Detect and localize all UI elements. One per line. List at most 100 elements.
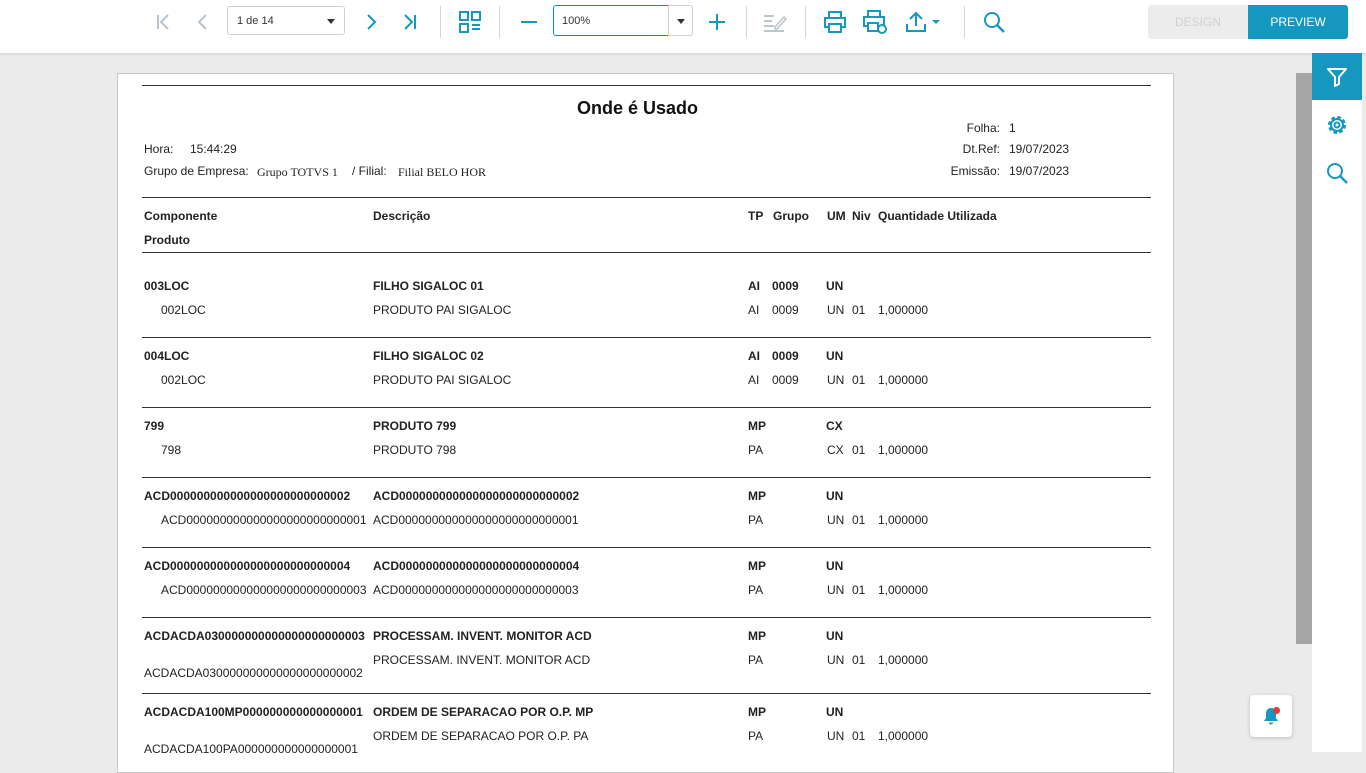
toolbar-divider <box>746 6 747 38</box>
zoom-control <box>553 5 693 36</box>
component-um: UN <box>826 349 844 363</box>
minus-icon[interactable] <box>513 6 545 38</box>
product-um: UN <box>827 729 845 743</box>
next-page-icon[interactable] <box>355 6 387 38</box>
thumbnails-icon[interactable] <box>454 6 486 38</box>
col-header-produto: Produto <box>144 233 190 247</box>
toolbar-divider <box>964 6 965 38</box>
product-tp: AI <box>748 373 760 387</box>
scrollbar-thumb[interactable] <box>1296 73 1312 644</box>
plus-icon[interactable] <box>701 6 733 38</box>
divider <box>142 477 1151 478</box>
component-grupo: 0009 <box>772 349 799 363</box>
chevron-down-icon <box>677 19 685 24</box>
col-header-niv: Niv <box>852 209 871 223</box>
product-quantity: 1,000000 <box>878 303 929 317</box>
chevron-down-icon <box>327 19 335 24</box>
toolbar-divider <box>440 6 441 38</box>
notifications-button[interactable] <box>1250 695 1292 737</box>
product-description: PRODUTO 798 <box>373 443 457 457</box>
toolbar-divider <box>805 6 806 38</box>
product-quantity: 1,000000 <box>878 513 929 527</box>
product-niv: 01 <box>852 373 866 387</box>
product-description: ACD000000000000000000000000003 <box>373 583 579 597</box>
component-code: 799 <box>144 419 165 433</box>
component-um: UN <box>826 279 844 293</box>
grupo-label: Grupo de Empresa: <box>144 164 249 178</box>
component-um: CX <box>826 419 843 433</box>
preview-mode-button[interactable]: PREVIEW <box>1248 5 1348 39</box>
product-description: PRODUTO PAI SIGALOC <box>373 303 512 317</box>
filial-value: Filial BELO HOR <box>398 165 487 179</box>
first-page-icon[interactable] <box>147 6 179 38</box>
col-header-grupo: Grupo <box>773 209 809 223</box>
component-code: ACD000000000000000000000000002 <box>144 489 351 503</box>
folha-label: Folha: <box>966 121 1000 135</box>
product-tp: AI <box>748 303 760 317</box>
component-tp: MP <box>748 489 766 503</box>
divider <box>142 693 1151 694</box>
divider <box>142 617 1151 618</box>
zoom-input[interactable] <box>553 5 669 36</box>
product-niv: 01 <box>852 729 866 743</box>
product-niv: 01 <box>852 303 866 317</box>
component-tp: AI <box>748 279 760 293</box>
filial-label: / Filial: <box>352 164 387 178</box>
product-code: 798 <box>161 443 182 457</box>
panel-search-button[interactable] <box>1312 149 1362 196</box>
dtref-label: Dt.Ref: <box>962 142 1000 156</box>
hora-value: 15:44:29 <box>190 142 237 156</box>
product-code: ACDACDA030000000000000000000002 <box>144 666 363 680</box>
filter-icon <box>1327 67 1347 87</box>
divider <box>142 252 1151 253</box>
filter-button[interactable] <box>1312 53 1362 100</box>
product-tp: PA <box>748 583 764 597</box>
edit-icon[interactable] <box>759 6 791 38</box>
component-description: FILHO SIGALOC 01 <box>373 279 484 293</box>
product-quantity: 1,000000 <box>878 583 929 597</box>
divider <box>142 407 1151 408</box>
col-header-componente: Componente <box>144 209 218 223</box>
product-quantity: 1,000000 <box>878 729 929 743</box>
divider <box>142 337 1151 338</box>
folha-value: 1 <box>1009 121 1016 135</box>
last-page-icon[interactable] <box>394 6 426 38</box>
component-um: UN <box>826 705 844 719</box>
product-tp: PA <box>748 443 764 457</box>
col-header-descricao: Descrição <box>373 209 431 223</box>
gear-icon <box>1328 115 1346 134</box>
divider <box>142 547 1151 548</box>
col-header-quantidade: Quantidade Utilizada <box>878 209 997 223</box>
product-code: 002LOC <box>161 373 206 387</box>
search-icon[interactable] <box>978 6 1010 38</box>
product-um: UN <box>827 653 845 667</box>
component-tp: AI <box>748 349 760 363</box>
product-niv: 01 <box>852 583 866 597</box>
print-settings-icon[interactable] <box>859 6 891 38</box>
design-mode-button[interactable]: DESIGN <box>1148 5 1248 39</box>
component-tp: MP <box>748 419 766 433</box>
report-page: Onde é Usado Hora: 15:44:29 Grupo de Emp… <box>117 73 1174 773</box>
product-quantity: 1,000000 <box>878 443 929 457</box>
component-code: ACDACDA100MP000000000000000001 <box>144 705 363 719</box>
report-toolbar: 1 de 14 DESIGN PREVIEW <box>0 0 1366 53</box>
product-description: ACD000000000000000000000000001 <box>373 513 579 527</box>
settings-button[interactable] <box>1312 101 1362 148</box>
product-tp: PA <box>748 653 764 667</box>
col-header-um: UM <box>827 209 846 223</box>
export-menu-chevron-down-icon[interactable] <box>926 6 946 38</box>
print-icon[interactable] <box>819 6 851 38</box>
product-um: CX <box>827 443 844 457</box>
product-tp: PA <box>748 513 764 527</box>
col-header-tp: TP <box>748 209 764 223</box>
component-code: 003LOC <box>144 279 190 293</box>
component-um: UN <box>826 559 844 573</box>
component-um: UN <box>826 489 844 503</box>
product-tp: PA <box>748 729 764 743</box>
prev-page-icon[interactable] <box>187 6 219 38</box>
page-select-value: 1 de 14 <box>237 14 274 27</box>
product-description: PRODUTO PAI SIGALOC <box>373 373 512 387</box>
zoom-dropdown-button[interactable] <box>668 5 693 36</box>
page-select[interactable]: 1 de 14 <box>227 6 345 35</box>
component-tp: MP <box>748 559 766 573</box>
